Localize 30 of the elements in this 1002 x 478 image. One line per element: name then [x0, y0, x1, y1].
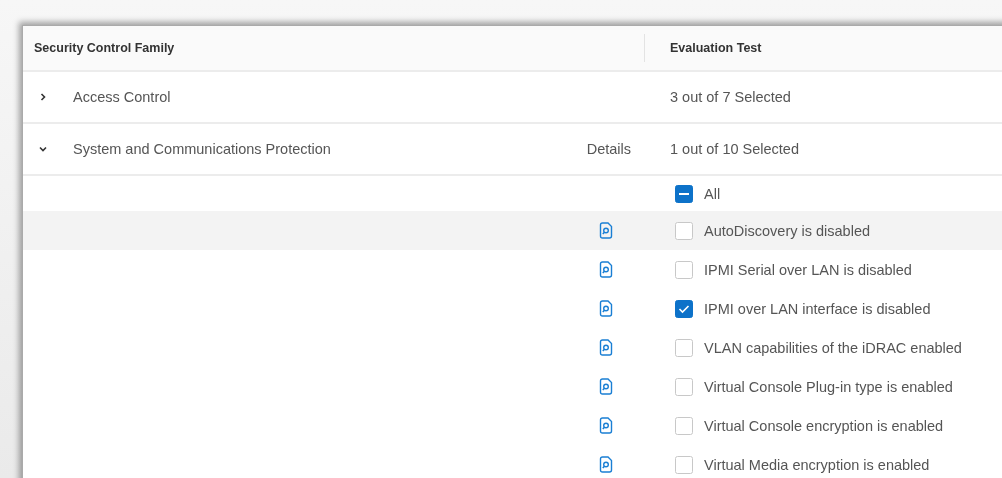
document-search-icon[interactable]: [599, 378, 613, 395]
test-checkbox[interactable]: [675, 377, 693, 396]
details-label: Details: [586, 141, 631, 157]
document-search-icon[interactable]: [599, 300, 613, 317]
column-header: Security Control Family: [33, 41, 175, 55]
column-header: Evaluation Test: [670, 41, 762, 55]
test-checkbox[interactable]: [675, 260, 693, 279]
document-search-icon[interactable]: [599, 261, 613, 278]
family-name: System and Communications Protection: [73, 141, 331, 157]
checkbox-label: Virtual Console encryption is enabled: [704, 417, 944, 434]
checkbox-label: Virtual Media encryption is enabled: [704, 456, 930, 473]
test-checkbox[interactable]: [675, 455, 693, 474]
document-search-icon[interactable]: [599, 456, 613, 473]
checkbox-label: Virtual Console Plug-in type is enabled: [704, 378, 953, 395]
test-checkbox[interactable]: [675, 221, 693, 240]
selection-summary: 3 out of 7 Selected: [670, 89, 791, 105]
test-checkbox[interactable]: [675, 416, 693, 435]
selection-summary: 1 out of 10 Selected: [670, 141, 799, 157]
document-search-icon[interactable]: [599, 222, 613, 239]
select-all-checkbox[interactable]: [675, 184, 693, 203]
test-checkbox[interactable]: [675, 338, 693, 357]
checkbox-label: AutoDiscovery is disabled: [704, 222, 871, 239]
checkbox-label: All: [704, 185, 721, 202]
checkbox-label: VLAN capabilities of the iDRAC enabled: [704, 339, 962, 356]
checkbox-label: IPMI over LAN interface is disabled: [704, 300, 931, 317]
document-search-icon[interactable]: [599, 339, 613, 356]
family-name: Access Control: [73, 89, 171, 105]
test-checkbox[interactable]: [675, 299, 693, 318]
checkbox-label: IPMI Serial over LAN is disabled: [704, 261, 912, 278]
document-search-icon[interactable]: [599, 417, 613, 434]
